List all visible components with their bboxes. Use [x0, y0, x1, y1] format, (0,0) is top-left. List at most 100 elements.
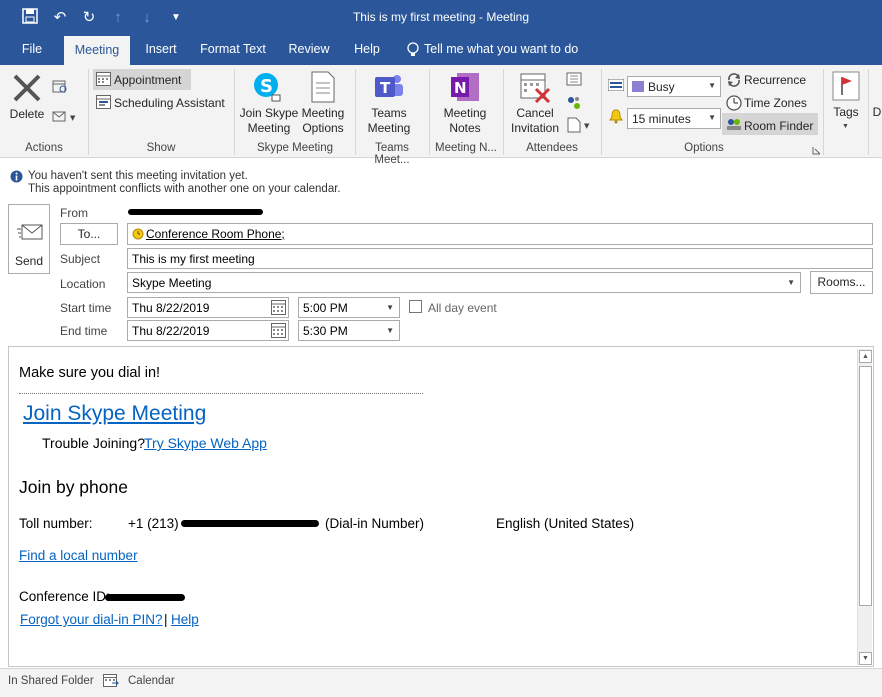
start-time-label: Start time — [60, 301, 112, 315]
group-show-label: Show — [146, 142, 176, 154]
tab-format-text[interactable]: Format Text — [194, 36, 272, 65]
to-recipient[interactable]: Conference Room Phone; — [146, 227, 285, 241]
tags-button[interactable]: Tags — [828, 105, 864, 120]
body-intro-text: Make sure you dial in! — [19, 365, 161, 381]
appointment-icon — [96, 72, 111, 86]
to-button[interactable]: To... — [60, 223, 118, 245]
subject-label: Subject — [60, 252, 101, 266]
subject-value: This is my first meeting — [132, 252, 255, 266]
cancel-invitation-button[interactable]: Cancel Invitation — [506, 106, 564, 136]
meeting-options-icon — [310, 71, 336, 103]
chevron-down-icon[interactable]: ▼ — [787, 278, 795, 287]
calendar-picker-icon[interactable] — [271, 323, 286, 338]
cancel-invitation-icon — [520, 71, 552, 104]
tab-insert[interactable]: Insert — [136, 36, 186, 65]
scrollbar-thumb[interactable] — [859, 366, 872, 606]
end-time-label: End time — [60, 324, 108, 338]
title-bar: ↶ ↻ ↑ ↓ ▼ This is my first meeting - Mee… — [0, 0, 882, 36]
tags-flag-icon — [832, 71, 860, 101]
from-label: From — [60, 206, 88, 220]
toll-number-label: Toll number: — [19, 516, 93, 531]
chevron-down-icon: ▼ — [842, 123, 849, 130]
join-skype-meeting-link[interactable]: Join Skype Meeting — [23, 402, 206, 426]
info-line-2: This appointment conflicts with another … — [28, 183, 341, 195]
more-actions-icon[interactable]: ▼ — [52, 109, 78, 123]
forward-calendar-icon[interactable] — [52, 80, 68, 94]
conference-id-label: Conference ID: — [19, 589, 110, 604]
group-options-label: Options — [684, 142, 724, 154]
location-label: Location — [60, 277, 106, 291]
to-field[interactable]: Conference Room Phone; — [127, 223, 873, 245]
info-line-1: You haven't sent this meeting invitation… — [28, 170, 248, 182]
tab-file[interactable]: File — [10, 36, 54, 65]
forgot-pin-link[interactable]: Forgot your dial-in PIN? — [20, 612, 163, 627]
scroll-down-icon[interactable]: ▼ — [859, 652, 872, 665]
reminder-dropdown[interactable]: 15 minutes ▼ — [627, 108, 721, 129]
ribbon-separator — [88, 69, 89, 155]
end-time-dropdown[interactable]: 5:30 PM ▼ — [298, 320, 400, 341]
join-skype-meeting-button[interactable]: Join Skype Meeting — [238, 106, 300, 136]
time-zones-button[interactable]: Time Zones — [744, 96, 807, 110]
end-date-input[interactable]: Thu 8/22/2019 — [127, 320, 289, 341]
recurrence-button[interactable]: Recurrence — [744, 73, 806, 87]
delete-button[interactable]: Delete — [4, 107, 50, 122]
chevron-down-icon: ▼ — [708, 81, 716, 90]
find-local-number-link[interactable]: Find a local number — [19, 548, 138, 563]
chevron-down-icon: ▼ — [708, 113, 716, 122]
address-book-icon[interactable] — [566, 72, 582, 86]
meeting-options-line1: Meeting — [301, 106, 345, 120]
check-names-icon[interactable]: ▼ — [566, 117, 592, 133]
delete-icon — [12, 73, 42, 103]
show-as-value: Busy — [648, 80, 675, 94]
teams-line2: Meeting — [367, 121, 411, 135]
dialog-launcher-icon[interactable] — [812, 144, 821, 155]
scheduling-icon — [96, 95, 111, 109]
send-button[interactable]: Send — [8, 204, 50, 274]
join-skype-line2: Meeting — [247, 121, 291, 135]
meeting-notes-button[interactable]: Meeting Notes — [434, 106, 496, 136]
teams-meeting-button[interactable]: Teams Meeting — [358, 106, 420, 136]
response-options-icon[interactable] — [566, 95, 582, 111]
help-link[interactable]: Help — [171, 612, 199, 627]
cancel-line1: Cancel — [516, 106, 554, 120]
show-as-icon — [607, 78, 625, 92]
rooms-button[interactable]: Rooms... — [810, 271, 873, 294]
room-finder-label: Room Finder — [744, 119, 814, 133]
scheduling-assistant-button[interactable]: Scheduling Assistant — [114, 96, 225, 110]
reminder-value: 15 minutes — [632, 112, 691, 126]
group-attendees-label: Attendees — [526, 142, 578, 154]
join-by-phone-heading: Join by phone — [19, 477, 128, 497]
tab-review[interactable]: Review — [282, 36, 336, 65]
location-input[interactable]: Skype Meeting ▼ — [127, 272, 801, 293]
subject-input[interactable]: This is my first meeting — [127, 248, 873, 269]
tab-help[interactable]: Help — [346, 36, 388, 65]
calendar-picker-icon[interactable] — [271, 300, 286, 315]
from-redacted — [128, 209, 263, 215]
tell-me-search[interactable]: Tell me what you want to do — [424, 36, 584, 65]
ribbon-separator — [823, 69, 824, 155]
start-time-dropdown[interactable]: 5:00 PM ▼ — [298, 297, 400, 318]
appointment-label: Appointment — [114, 73, 182, 87]
meeting-options-button[interactable]: Meeting Options — [296, 106, 350, 136]
start-time-value: 5:00 PM — [303, 301, 348, 315]
ribbon: Delete ▼ Actions Appointment Scheduling … — [0, 65, 882, 166]
send-envelope-icon — [17, 223, 43, 241]
try-skype-web-app-link[interactable]: Try Skype Web App — [144, 435, 267, 451]
group-skype-label: Skype Meeting — [256, 142, 334, 154]
all-day-checkbox[interactable] — [409, 300, 422, 313]
start-date-input[interactable]: Thu 8/22/2019 — [127, 297, 289, 318]
scroll-up-icon[interactable]: ▲ — [859, 350, 872, 363]
tab-meeting[interactable]: Meeting — [64, 36, 130, 65]
vertical-scrollbar[interactable]: ▲ ▼ — [857, 349, 872, 665]
message-body-editor[interactable]: Make sure you dial in! Join Skype Meetin… — [8, 346, 874, 667]
svg-text:N: N — [454, 79, 467, 97]
ribbon-tabs: File Meeting Insert Format Text Review H… — [0, 36, 882, 65]
show-as-dropdown[interactable]: Busy ▼ — [627, 76, 721, 97]
ribbon-separator — [868, 69, 869, 155]
teams-line1: Teams — [371, 106, 407, 120]
group-teams-label: Teams Meet... — [374, 142, 410, 166]
calendar-folder-link[interactable]: Calendar — [128, 675, 175, 687]
svg-text:▼: ▼ — [584, 122, 590, 130]
trouble-joining-text: Trouble Joining? — [42, 435, 145, 451]
end-time-value: 5:30 PM — [303, 324, 348, 338]
